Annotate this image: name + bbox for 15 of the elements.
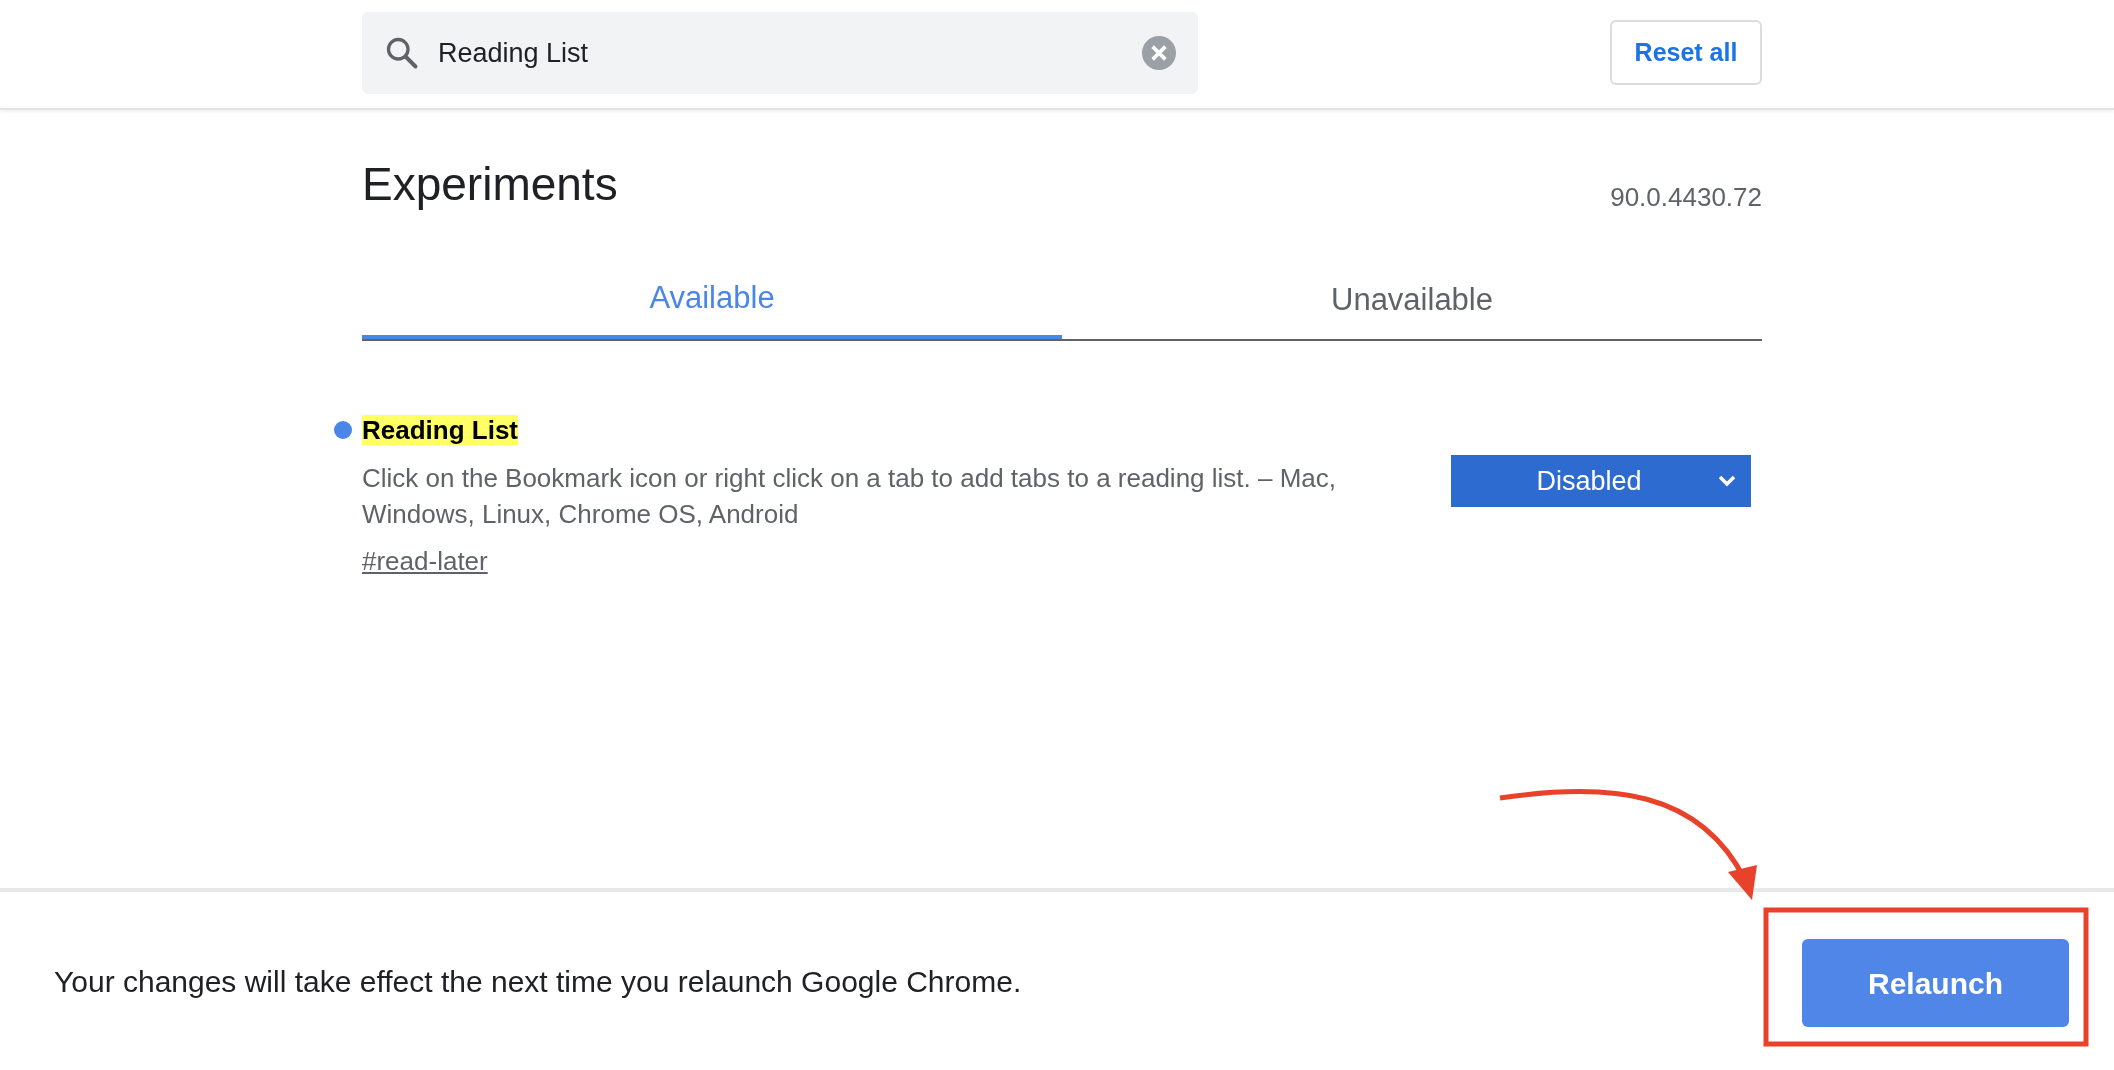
tab[interactable]: Unavailable xyxy=(1062,261,1762,339)
state-dropdown[interactable]: Disabled xyxy=(1451,455,1751,507)
clear-icon[interactable] xyxy=(1142,36,1176,70)
page-title: Experiments xyxy=(362,157,618,212)
flag-link[interactable]: #read-later xyxy=(362,542,488,581)
relaunch-message: Your changes will take effect the next time you relaunch Google Chrome. xyxy=(54,963,1023,1000)
chevron-down-icon xyxy=(1717,474,1737,488)
flag-title: Reading List xyxy=(362,415,518,445)
search-field[interactable]: Reading List xyxy=(362,12,1198,94)
reset-all-button[interactable]: Reset all xyxy=(1610,20,1762,85)
tab[interactable]: Available xyxy=(362,261,1062,339)
search-icon xyxy=(384,35,420,71)
relaunch-button[interactable]: Relaunch xyxy=(1802,939,2069,1027)
flag-description: Click on the Bookmark icon or right click on a tab to add tabs to a reading list. – Mac, Windows, Linux, Chrome OS, Android xyxy=(362,462,1338,531)
version-number: 90.0.4430.72 xyxy=(1610,181,1762,214)
